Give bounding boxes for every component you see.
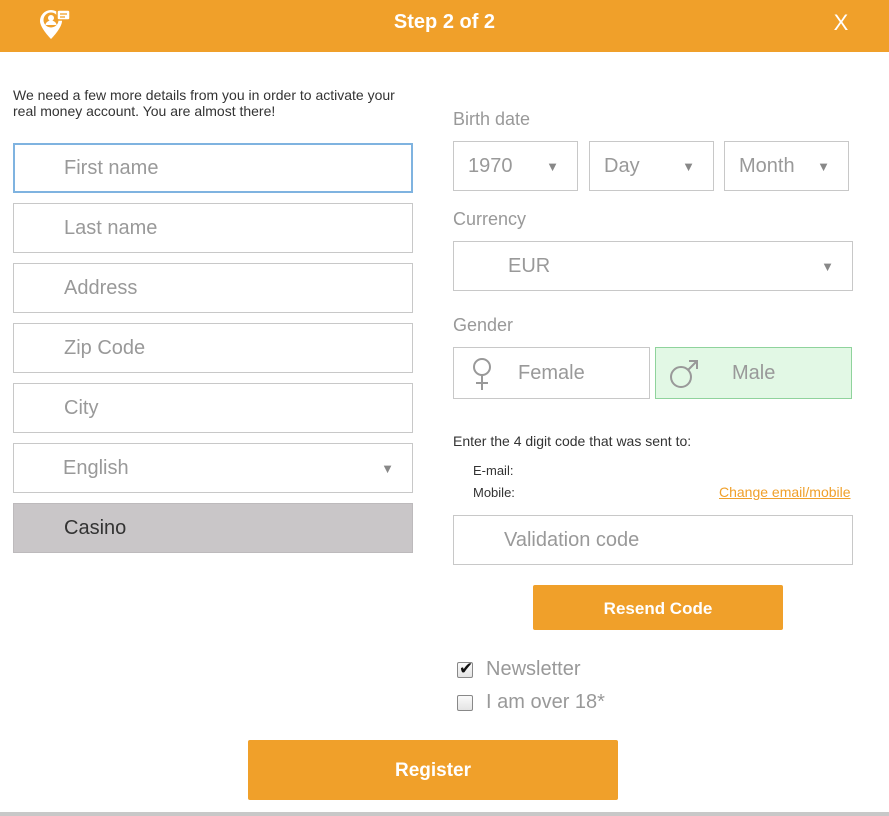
intro-text: We need a few more details from you in o…: [13, 87, 395, 119]
modal-bottom-border: [0, 812, 889, 816]
newsletter-label: Newsletter: [486, 658, 581, 680]
product-select[interactable]: Casino: [13, 503, 413, 553]
city-field[interactable]: [13, 383, 413, 433]
mobile-label: Mobile:: [473, 485, 515, 500]
gender-male-label: Male: [732, 361, 776, 384]
birth-month-select[interactable]: Month ▼: [724, 141, 849, 191]
female-symbol-icon: [466, 357, 498, 391]
gender-female-label: Female: [518, 361, 585, 384]
language-select-value: English: [63, 456, 129, 479]
address-field[interactable]: [13, 263, 413, 313]
validation-code-input[interactable]: [454, 516, 852, 564]
register-button[interactable]: Register: [248, 740, 618, 800]
page-title: Step 2 of 2: [393, 11, 496, 33]
resend-code-button[interactable]: Resend Code: [533, 585, 783, 630]
birth-month-value: Month: [739, 154, 795, 177]
address-input[interactable]: [14, 264, 412, 312]
age-confirmation-label: I am over 18*: [486, 691, 605, 713]
email-label: E-mail:: [473, 463, 514, 478]
language-select[interactable]: English ▼: [13, 443, 413, 493]
chevron-down-icon: ▼: [682, 158, 695, 174]
gender-male-button[interactable]: Male: [655, 347, 852, 399]
birth-day-value: Day: [604, 154, 640, 177]
currency-value: EUR: [508, 254, 551, 277]
city-input[interactable]: [14, 384, 412, 432]
validation-code-field[interactable]: [453, 515, 853, 565]
zip-code-input[interactable]: [14, 324, 412, 372]
product-select-value: Casino: [64, 516, 127, 539]
birth-date-label: Birth date: [453, 109, 531, 129]
newsletter-checkbox[interactable]: ✔: [457, 659, 474, 678]
birth-year-value: 1970: [468, 154, 513, 177]
chevron-down-icon: ▼: [821, 258, 834, 274]
verification-instruction: Enter the 4 digit code that was sent to:: [453, 433, 692, 449]
first-name-field[interactable]: [13, 143, 413, 193]
chevron-down-icon: ▼: [817, 158, 830, 174]
gender-female-button[interactable]: Female: [453, 347, 650, 399]
last-name-field[interactable]: [13, 203, 413, 253]
currency-label: Currency: [453, 209, 527, 229]
gender-label: Gender: [453, 315, 514, 335]
first-name-input[interactable]: [15, 145, 411, 191]
change-email-mobile-link[interactable]: Change email/mobile: [719, 484, 851, 500]
zip-code-field[interactable]: [13, 323, 413, 373]
age-confirmation-checkbox[interactable]: [457, 695, 473, 711]
checkmark-icon: ✔: [459, 659, 474, 678]
chevron-down-icon: ▼: [381, 460, 394, 476]
birth-year-select[interactable]: 1970 ▼: [453, 141, 578, 191]
male-symbol-icon: [668, 357, 700, 391]
birth-day-select[interactable]: Day ▼: [589, 141, 714, 191]
modal-header: Step 2 of 2 X: [0, 0, 889, 52]
chevron-down-icon: ▼: [546, 158, 559, 174]
last-name-input[interactable]: [14, 204, 412, 252]
currency-select[interactable]: EUR ▼: [453, 241, 853, 291]
close-button[interactable]: X: [826, 8, 856, 38]
